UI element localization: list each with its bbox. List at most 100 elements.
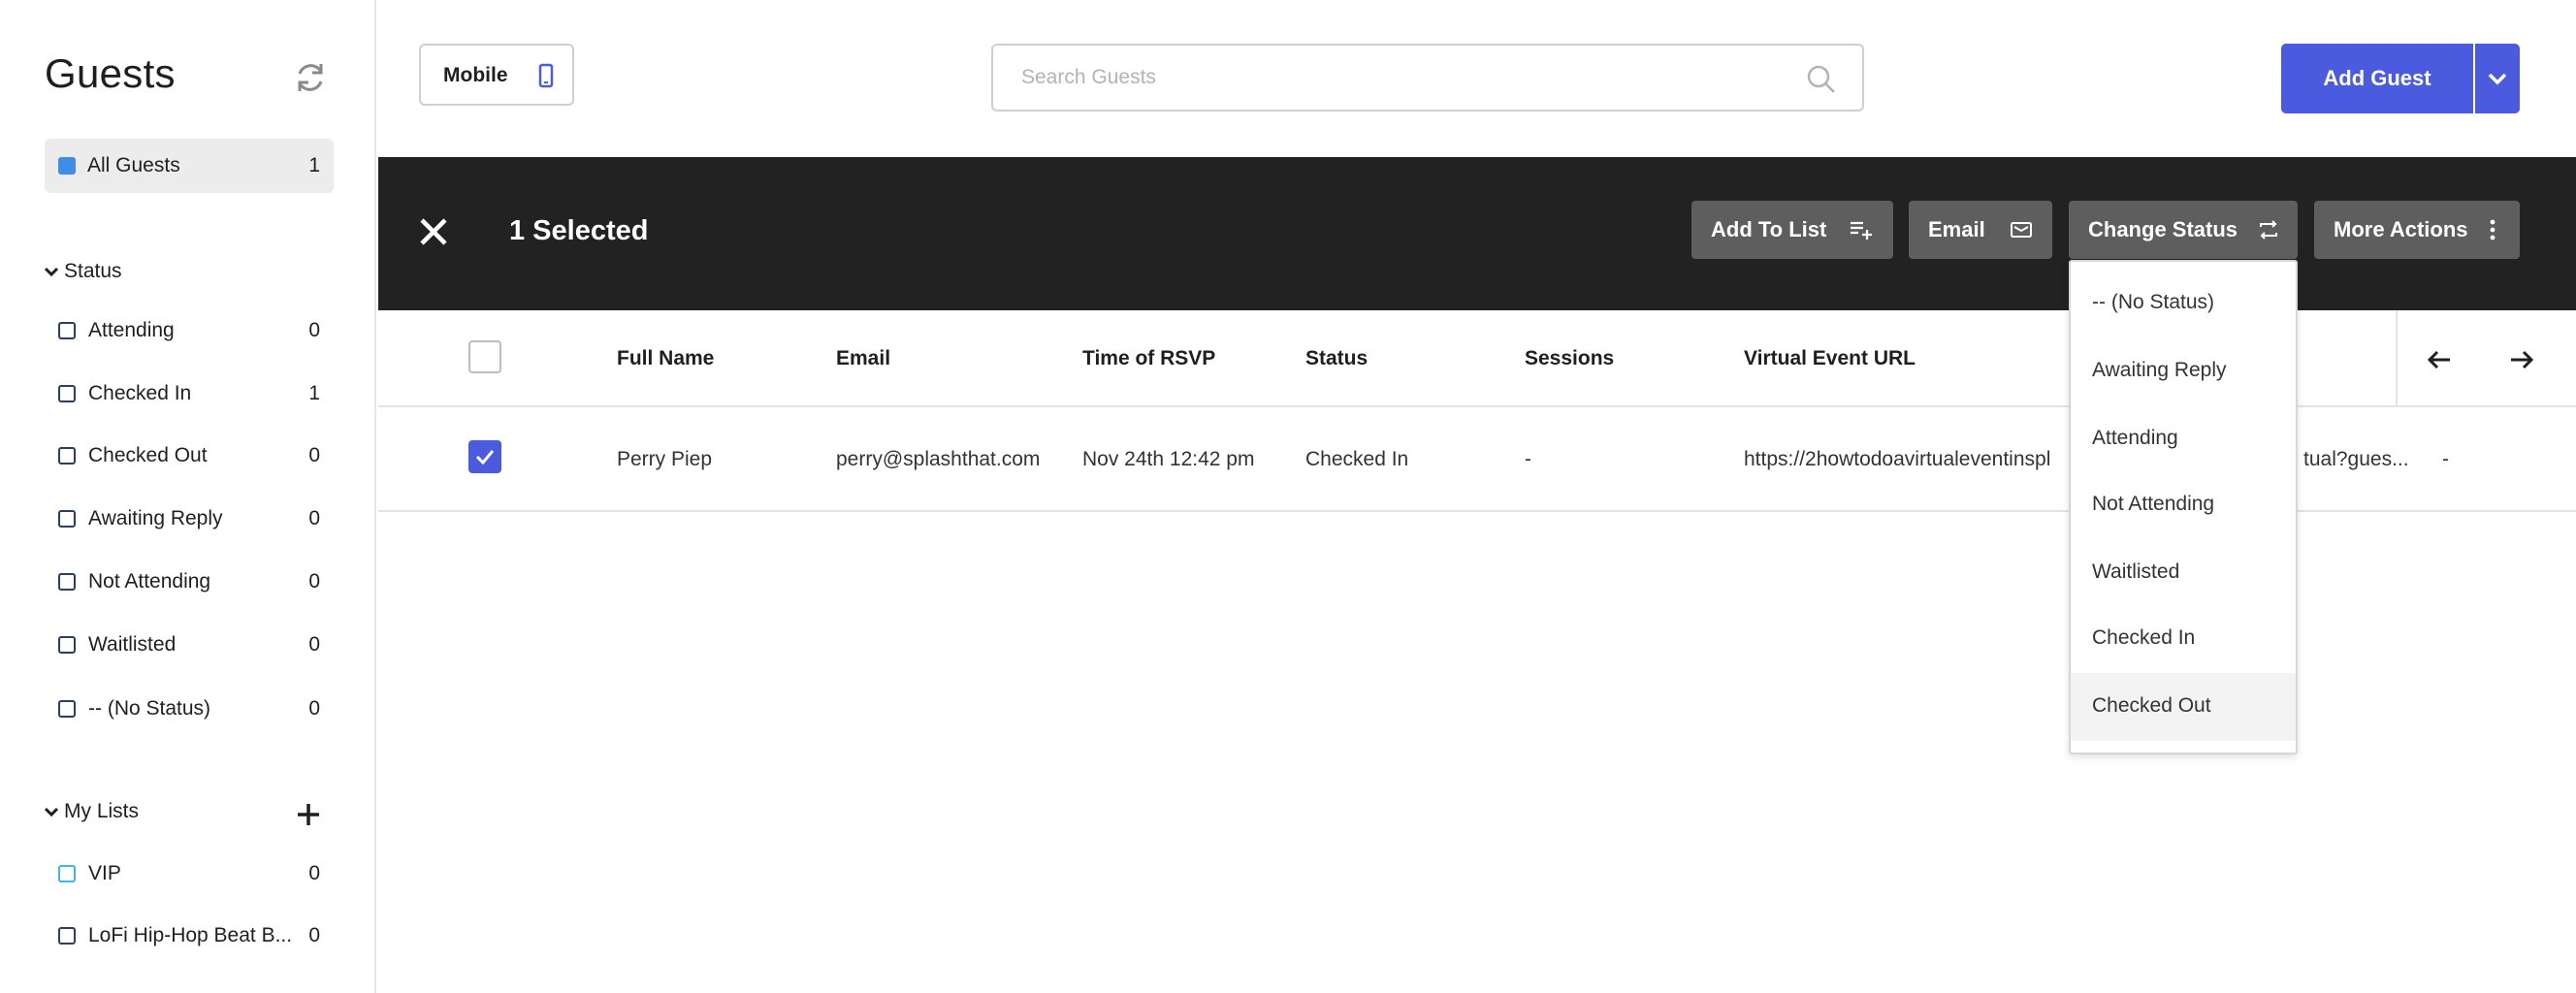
cell-email: perry@splashthat.com [836,448,1041,470]
sidebar: Guests All Guests 1 Status Attending 0 C… [0,0,376,993]
column-nav-divider [2396,310,2398,407]
filter-checkbox[interactable] [58,927,76,945]
status-option-label: Awaiting Reply [2092,359,2227,381]
mobile-phone-icon [538,63,554,88]
sidebar-item-count: 0 [308,924,320,946]
refresh-icon[interactable] [291,58,330,97]
checkmark-icon [475,450,495,465]
arrow-left-icon[interactable] [2426,346,2453,373]
sidebar-item-checked-in[interactable]: Checked In 1 [58,379,324,408]
sidebar-item-lofi-list[interactable]: LoFi Hip-Hop Beat B... 0 [58,921,324,950]
sidebar-item-label: Checked Out [88,444,208,466]
status-option-awaiting-reply[interactable]: Awaiting Reply [2071,337,2296,405]
sidebar-item-vip[interactable]: VIP 0 [58,859,324,888]
add-guest-dropdown-button[interactable] [2475,44,2520,113]
cell-virtual-event-url-tail: tual?gues... [2303,448,2409,470]
status-option-attending[interactable]: Attending [2071,405,2296,473]
status-option-label: Attending [2092,427,2178,449]
filter-checkbox[interactable] [58,510,76,528]
sidebar-item-label: VIP [88,862,121,884]
sidebar-item-attending[interactable]: Attending 0 [58,316,324,345]
swap-icon [2260,220,2277,240]
email-button[interactable]: Email [1909,201,2052,259]
sidebar-item-count: 1 [308,154,320,176]
add-list-icon[interactable] [295,801,322,828]
cell-time-of-rsvp: Nov 24th 12:42 pm [1082,448,1255,470]
sidebar-title: Guests [45,50,176,96]
add-to-list-button[interactable]: Add To List [1691,201,1893,259]
cell-status: Checked In [1305,448,1409,470]
selected-count: 1 Selected [509,215,649,246]
change-status-label: Change Status [2088,217,2238,241]
email-label: Email [1928,217,1985,241]
more-actions-label: More Actions [2334,217,2468,241]
column-header-virtual-event-url[interactable]: Virtual Event URL [1744,347,1916,370]
filter-checkbox[interactable] [58,636,76,654]
filter-checkbox[interactable] [58,700,76,718]
cell-extra: - [2442,448,2449,470]
sidebar-item-count: 0 [308,507,320,529]
change-status-button[interactable]: Change Status [2069,201,2298,259]
add-to-list-label: Add To List [1711,217,1827,241]
column-header-full-name[interactable]: Full Name [617,347,714,370]
sidebar-item-label: Not Attending [88,570,211,593]
status-option-no-status[interactable]: -- (No Status) [2071,270,2296,337]
status-option-not-attending[interactable]: Not Attending [2071,471,2296,539]
playlist-add-icon [1851,221,1872,240]
close-icon[interactable] [419,217,448,246]
search-input[interactable] [991,44,1864,112]
sidebar-item-awaiting-reply[interactable]: Awaiting Reply 0 [58,504,324,533]
my-lists-section-heading: My Lists [64,800,140,822]
sidebar-item-label: All Guests [87,154,180,176]
chevron-down-icon [44,267,59,277]
filter-checkbox[interactable] [58,322,76,339]
more-actions-button[interactable]: More Actions [2314,201,2520,259]
mobile-button[interactable]: Mobile [419,44,574,106]
filter-checkbox[interactable] [58,865,76,882]
status-option-label: Checked Out [2092,694,2211,717]
cell-sessions: - [1525,448,1531,470]
sidebar-item-label: Awaiting Reply [88,507,223,529]
add-guest-button[interactable]: Add Guest [2281,44,2473,113]
status-section-toggle[interactable]: Status [43,260,122,283]
sidebar-item-all-guests[interactable]: All Guests 1 [45,139,334,193]
sidebar-item-not-attending[interactable]: Not Attending 0 [58,567,324,596]
sidebar-item-count: 0 [308,697,320,720]
sidebar-item-checked-out[interactable]: Checked Out 0 [58,441,324,470]
status-option-label: Checked In [2092,626,2196,649]
sidebar-item-label: LoFi Hip-Hop Beat B... [88,924,293,946]
chevron-down-icon [2488,73,2507,85]
arrow-right-icon[interactable] [2508,346,2535,373]
filter-checkbox[interactable] [58,385,76,402]
select-all-checkbox[interactable] [468,340,501,373]
search-icon[interactable] [1806,64,1837,95]
cell-full-name: Perry Piep [617,448,713,470]
sidebar-item-count: 0 [308,444,320,466]
chevron-down-icon [44,807,59,817]
status-section-heading: Status [64,260,122,282]
column-header-time-of-rsvp[interactable]: Time of RSVP [1082,347,1215,370]
status-option-waitlisted[interactable]: Waitlisted [2071,539,2296,607]
status-option-label: -- (No Status) [2092,291,2215,313]
sidebar-item-count: 0 [308,633,320,656]
mobile-button-label: Mobile [443,64,508,86]
status-option-label: Waitlisted [2092,561,2180,583]
column-header-sessions[interactable]: Sessions [1525,347,1614,370]
filter-checkbox[interactable] [58,447,76,464]
row-checkbox[interactable] [468,440,501,473]
change-status-dropdown: -- (No Status) Awaiting Reply Attending … [2069,260,2298,754]
more-vertical-icon [2490,219,2496,240]
status-option-checked-out[interactable]: Checked Out [2071,673,2296,741]
my-lists-section-toggle[interactable]: My Lists [43,800,139,823]
all-guests-color-dot [58,157,76,175]
filter-checkbox[interactable] [58,573,76,591]
status-option-checked-in[interactable]: Checked In [2071,605,2296,673]
column-header-status[interactable]: Status [1305,347,1368,370]
sidebar-item-count: 0 [308,319,320,341]
sidebar-item-no-status[interactable]: -- (No Status) 0 [58,694,324,723]
sidebar-item-count: 0 [308,862,320,884]
sidebar-item-label: Checked In [88,382,192,404]
sidebar-item-waitlisted[interactable]: Waitlisted 0 [58,630,324,659]
sidebar-item-label: Attending [88,319,175,341]
column-header-email[interactable]: Email [836,347,890,370]
